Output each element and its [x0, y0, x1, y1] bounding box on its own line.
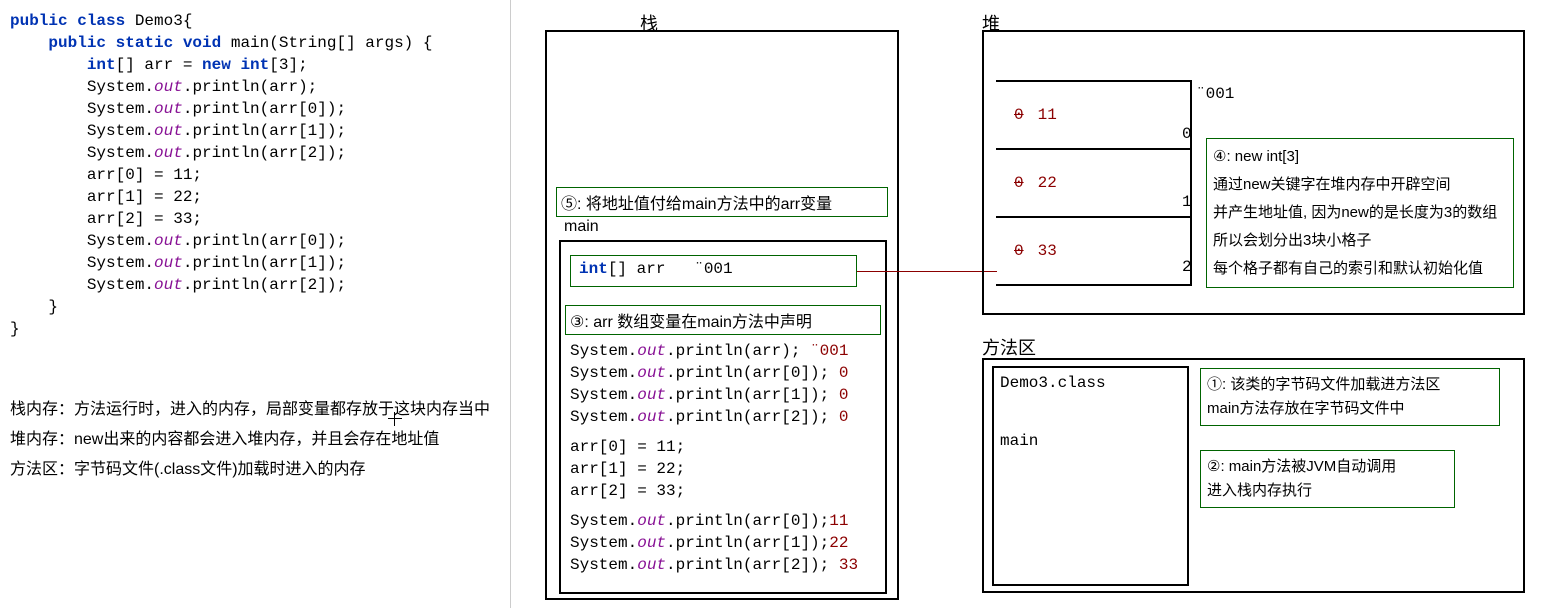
step1-annotation: ①: 该类的字节码文件加载进方法区 main方法存放在字节码文件中 [1200, 368, 1500, 426]
class-name: Demo3.class [1000, 374, 1181, 392]
pointer-arrow [857, 271, 997, 272]
step2-annotation: ②: main方法被JVM自动调用 进入栈内存执行 [1200, 450, 1455, 508]
memory-notes: 栈内存：方法运行时，进入的内存，局部变量都存放于这块内存当中 堆内存：new出来… [10, 395, 505, 485]
stack-note: 栈内存：方法运行时，进入的内存，局部变量都存放于这块内存当中 [10, 395, 505, 425]
method-label: 方法区 [982, 334, 1036, 360]
method-note: 方法区：字节码文件(.class文件)加载时进入的内存 [10, 455, 505, 485]
heap-index-2: 2 [1182, 258, 1192, 276]
heap-cell-1: 022 [996, 150, 1190, 218]
arr-declaration: int[] arr ¨001 [570, 255, 857, 287]
method-name: main [1000, 432, 1181, 450]
heap-cell-0: 011 [996, 82, 1190, 150]
source-code: public class Demo3{ public static void m… [10, 10, 505, 340]
heap-array: 011 022 033 [996, 80, 1192, 286]
heap-cell-2: 033 [996, 218, 1190, 286]
heap-address: ¨001 [1196, 85, 1234, 103]
step3-annotation: ③: arr 数组变量在main方法中声明 [565, 305, 881, 335]
heap-note: 堆内存：new出来的内容都会进入堆内存，并且会存在地址值 [10, 425, 505, 455]
step4-annotation: ④: new int[3] 通过new关键字在堆内存中开辟空间 并产生地址值, … [1206, 138, 1514, 288]
divider [510, 0, 511, 608]
stack-execution-trace: System.out.println(arr); ¨001 System.out… [570, 340, 858, 576]
cursor-icon [388, 412, 402, 426]
heap-index-1: 1 [1182, 193, 1192, 211]
step5-annotation: ⑤: 将地址值付给main方法中的arr变量 [556, 187, 888, 217]
class-file: Demo3.class main [992, 366, 1189, 586]
heap-index-0: 0 [1182, 125, 1192, 143]
main-frame-label: main [564, 218, 599, 236]
